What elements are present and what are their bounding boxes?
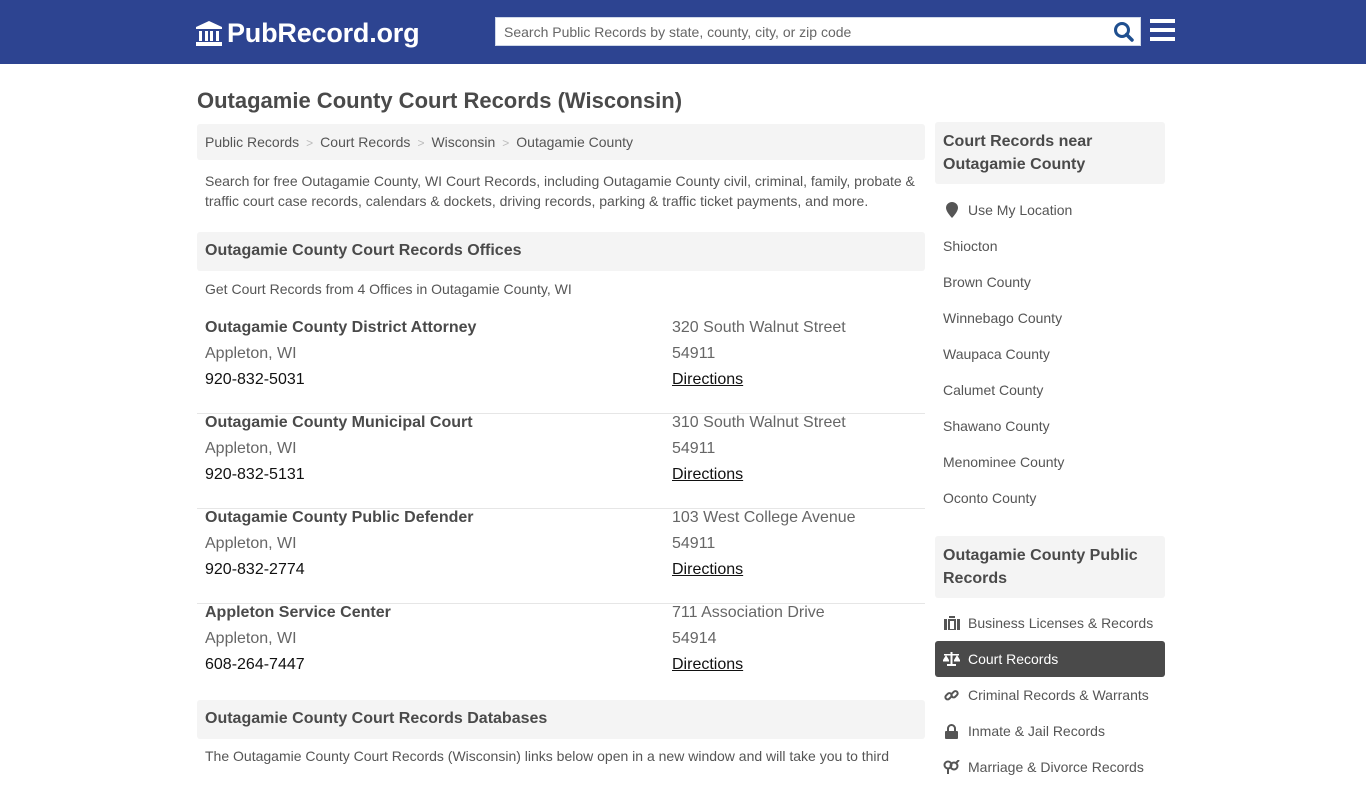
search-box [495, 17, 1141, 46]
nearby-link[interactable]: Shawano County [935, 408, 1165, 444]
use-my-location-link[interactable]: Use My Location [935, 192, 1165, 228]
office-zip: 54914 [672, 630, 717, 647]
search-icon [1114, 22, 1134, 42]
breadcrumb: Public Records > Court Records > Wisconsin > O… [197, 124, 925, 160]
balance-scale-icon [943, 651, 960, 667]
office-zip: 54911 [672, 440, 716, 457]
briefcase-icon [943, 615, 960, 631]
nearby-link[interactable]: Oconto County [935, 480, 1165, 516]
nearby-link[interactable]: Calumet County [935, 372, 1165, 408]
office-address: 320 South Walnut Street [672, 319, 846, 336]
sidebar-item-inmate-records[interactable]: Inmate & Jail Records [935, 713, 1165, 749]
nearby-records-title: Court Records near Outagamie County [935, 122, 1165, 184]
office-city: Appleton, WI [205, 630, 297, 647]
breadcrumb-public-records[interactable]: Public Records [205, 134, 299, 150]
directions-link[interactable]: Directions [672, 371, 743, 389]
office-address: 103 West College Avenue [672, 509, 856, 526]
office-item: Outagamie County District Attorney Apple… [197, 319, 925, 414]
menu-bar-icon [1150, 37, 1175, 41]
office-phone[interactable]: 920-832-2774 [205, 561, 305, 579]
office-item: Appleton Service Center Appleton, WI 608… [197, 604, 925, 699]
nearby-link[interactable]: Waupaca County [935, 336, 1165, 372]
office-phone[interactable]: 920-832-5131 [205, 466, 305, 484]
nearby-link[interactable]: Brown County [935, 264, 1165, 300]
courthouse-icon [195, 20, 223, 47]
breadcrumb-separator: > [502, 136, 510, 150]
offices-section-subtitle: Get Court Records from 4 Offices in Outa… [205, 281, 572, 297]
breadcrumb-outagamie-county[interactable]: Outagamie County [516, 134, 633, 150]
nearby-link[interactable]: Shiocton [935, 228, 1165, 264]
breadcrumb-wisconsin[interactable]: Wisconsin [431, 134, 495, 150]
directions-link[interactable]: Directions [672, 656, 743, 674]
page-title: Outagamie County Court Records (Wisconsi… [197, 88, 683, 113]
databases-intro-text: The Outagamie County Court Records (Wisc… [205, 748, 889, 764]
hamburger-menu-button[interactable] [1150, 19, 1175, 41]
office-name: Outagamie County Municipal Court [205, 414, 473, 431]
office-phone[interactable]: 920-832-5031 [205, 371, 305, 389]
office-address: 310 South Walnut Street [672, 414, 846, 431]
office-phone[interactable]: 608-264-7447 [205, 656, 305, 674]
menu-bar-icon [1150, 28, 1175, 32]
office-city: Appleton, WI [205, 440, 297, 457]
office-name: Appleton Service Center [205, 604, 391, 621]
logo-text: PubRecord.org [227, 18, 420, 48]
sidebar-item-marriage-records[interactable]: Marriage & Divorce Records [935, 749, 1165, 785]
intro-text: Search for free Outagamie County, WI Cou… [205, 173, 915, 209]
top-navbar: PubRecord.org [0, 0, 1366, 64]
public-records-title: Outagamie County Public Records [935, 536, 1165, 598]
sidebar-item-label: Marriage & Divorce Records [968, 759, 1144, 775]
sidebar-item-label: Criminal Records & Warrants [968, 687, 1149, 703]
office-zip: 54911 [672, 345, 716, 362]
databases-section-title: Outagamie County Court Records Databases [197, 700, 925, 739]
office-address: 711 Association Drive [672, 604, 825, 621]
office-item: Outagamie County Municipal Court Appleto… [197, 414, 925, 509]
directions-link[interactable]: Directions [672, 561, 743, 579]
sidebar-item-criminal-records[interactable]: Criminal Records & Warrants [935, 677, 1165, 713]
office-name: Outagamie County District Attorney [205, 319, 477, 336]
use-my-location-label: Use My Location [968, 202, 1073, 218]
link-icon [943, 687, 960, 703]
nearby-link[interactable]: Winnebago County [935, 300, 1165, 336]
lock-icon [943, 723, 960, 739]
site-logo[interactable]: PubRecord.org [195, 18, 420, 49]
office-city: Appleton, WI [205, 535, 297, 552]
map-marker-icon [943, 202, 960, 218]
venus-mars-icon [943, 759, 960, 775]
office-zip: 54911 [672, 535, 716, 552]
breadcrumb-separator: > [417, 136, 425, 150]
office-item: Outagamie County Public Defender Appleto… [197, 509, 925, 604]
search-input[interactable] [496, 18, 1106, 45]
office-name: Outagamie County Public Defender [205, 509, 474, 526]
breadcrumb-separator: > [306, 136, 314, 150]
breadcrumb-court-records[interactable]: Court Records [320, 134, 410, 150]
office-city: Appleton, WI [205, 345, 297, 362]
sidebar-item-label: Inmate & Jail Records [968, 723, 1105, 739]
offices-section-title: Outagamie County Court Records Offices [197, 232, 925, 271]
sidebar-item-label: Business Licenses & Records [968, 615, 1154, 631]
sidebar-item-court-records[interactable]: Court Records [935, 641, 1165, 677]
sidebar-item-business-licenses[interactable]: Business Licenses & Records [935, 605, 1165, 641]
nearby-link[interactable]: Menominee County [935, 444, 1165, 480]
sidebar-item-label: Court Records [968, 651, 1059, 667]
directions-link[interactable]: Directions [672, 466, 743, 484]
search-button[interactable] [1112, 21, 1136, 43]
menu-bar-icon [1150, 19, 1175, 23]
